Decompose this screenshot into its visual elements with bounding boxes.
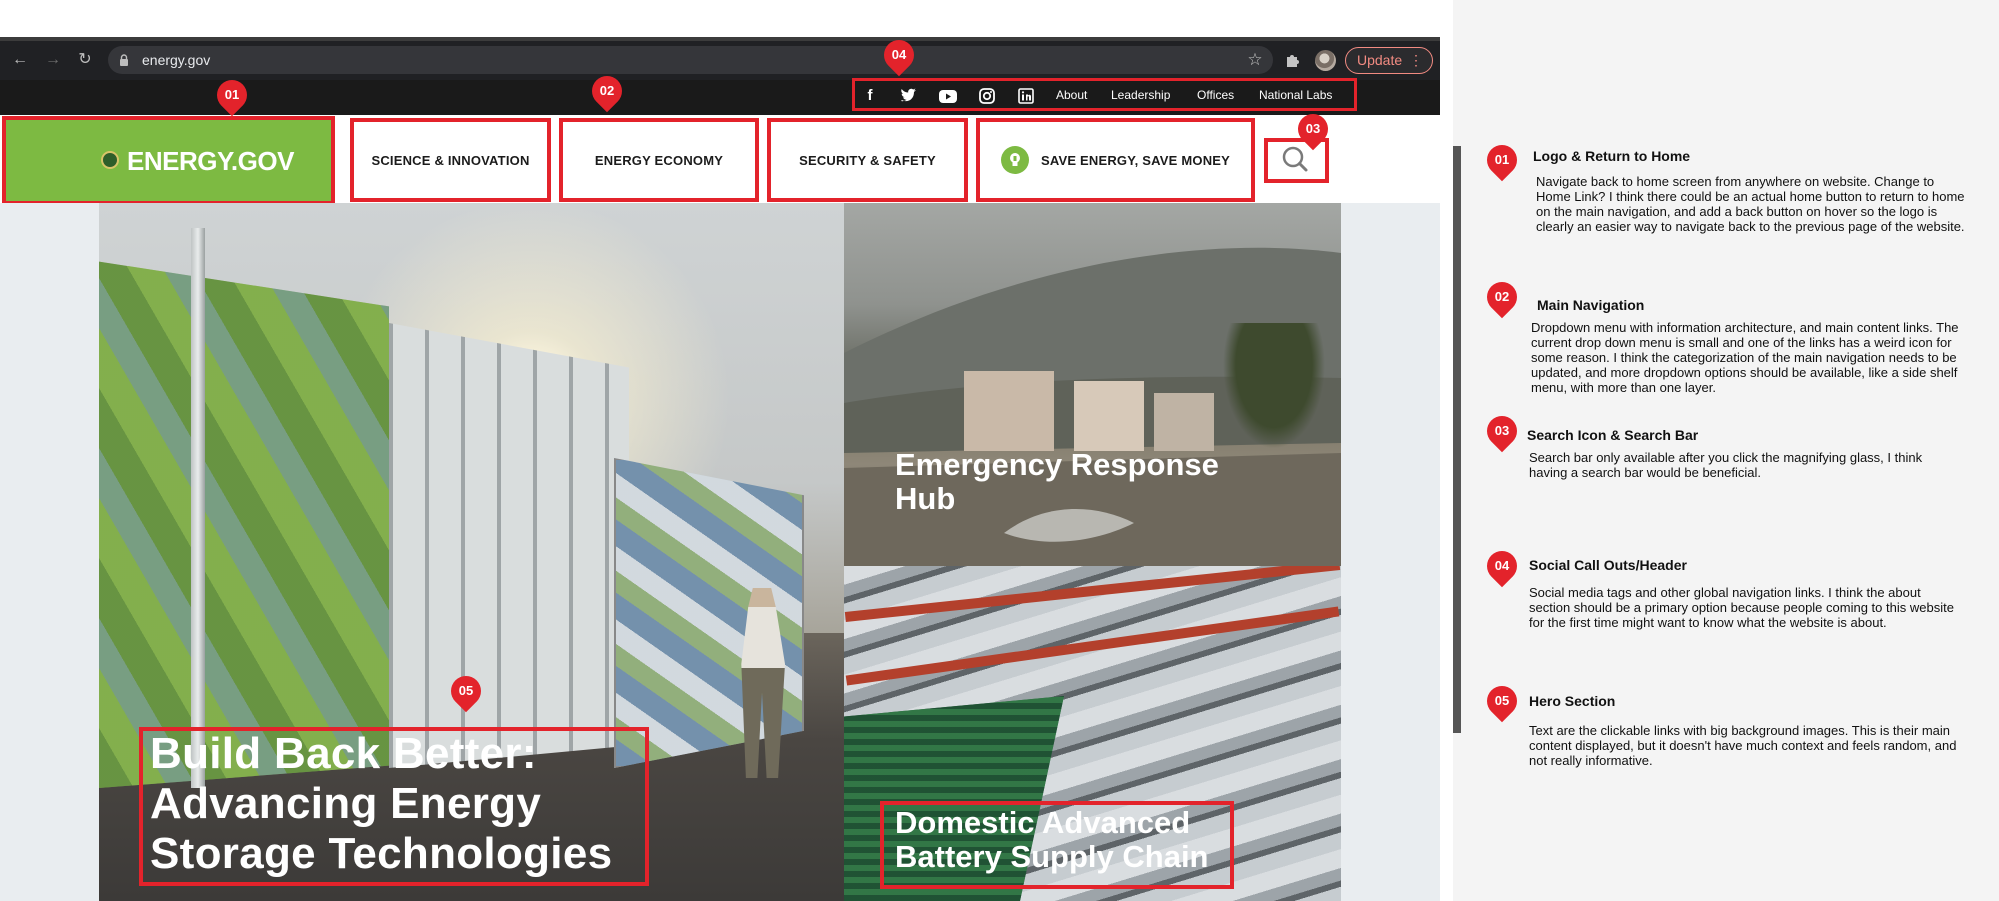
palm-tree: [1214, 323, 1334, 463]
note-01-body: Navigate back to home screen from anywhe…: [1536, 174, 1965, 234]
hero-main-title-link[interactable]: Build Back Better: Advancing Energy Stor…: [150, 729, 650, 879]
linkedin-icon[interactable]: [1015, 85, 1037, 107]
instagram-icon[interactable]: [976, 85, 998, 107]
marker-01-label: 01: [224, 87, 240, 102]
address-bar[interactable]: [108, 46, 1273, 74]
nav-item-label: SECURITY & SAFETY: [799, 152, 936, 168]
magnifying-glass-icon: [1282, 146, 1308, 172]
note-02-number: 02: [1494, 289, 1510, 304]
back-arrow-icon[interactable]: ←: [10, 50, 30, 70]
url-text[interactable]: energy.gov: [142, 52, 210, 68]
marker-02-label: 02: [599, 83, 615, 98]
more-menu-icon: ⋮: [1409, 52, 1423, 68]
note-03-title: Search Icon & Search Bar: [1527, 427, 1699, 443]
note-04-number: 04: [1494, 558, 1510, 573]
hero-tile-battery-title[interactable]: Domestic Advanced Battery Supply Chain: [895, 806, 1235, 874]
nav-security-safety[interactable]: SECURITY & SAFETY: [767, 118, 968, 202]
note-01-number: 01: [1494, 152, 1510, 167]
door-frame: [191, 228, 205, 788]
note-05-body: Text are the clickable links with big ba…: [1529, 723, 1957, 768]
doe-seal-icon: [101, 151, 119, 169]
lightbulb-icon: [1000, 146, 1029, 174]
building: [1154, 393, 1214, 451]
note-01-title: Logo & Return to Home: [1533, 148, 1691, 164]
note-02-body: Dropdown menu with information architect…: [1531, 320, 1959, 395]
note-04-title: Social Call Outs/Header: [1529, 557, 1687, 573]
update-button[interactable]: Update ⋮: [1345, 47, 1433, 74]
search-button[interactable]: [1264, 138, 1329, 183]
building: [1074, 381, 1144, 451]
marker-03-label: 03: [1305, 121, 1321, 136]
profile-avatar[interactable]: [1315, 50, 1336, 71]
battery-strap: [845, 606, 1340, 686]
battery-container: [389, 323, 629, 768]
bookmark-star-icon[interactable]: ☆: [1245, 50, 1265, 70]
note-02-title: Main Navigation: [1537, 297, 1645, 313]
note-03-body: Search bar only available after you clic…: [1529, 450, 1923, 480]
site-logo-text: ENERGY.GOV: [127, 146, 294, 176]
nav-energy-economy[interactable]: ENERGY ECONOMY: [559, 118, 759, 202]
note-04-body: Social media tags and other global navig…: [1529, 585, 1954, 630]
nav-science-innovation[interactable]: SCIENCE & INNOVATION: [350, 118, 551, 202]
nav-save-energy[interactable]: SAVE ENERGY, SAVE MONEY: [976, 118, 1255, 202]
battery-strap: [844, 566, 1341, 622]
util-link-about[interactable]: About: [1056, 88, 1087, 102]
reload-icon[interactable]: ↻: [75, 50, 95, 70]
hero-tile-emergency-title[interactable]: Emergency Response Hub: [895, 448, 1255, 516]
util-link-offices[interactable]: Offices: [1197, 88, 1234, 102]
annotation-scroll-rule: [1453, 146, 1461, 733]
nav-item-label: SAVE ENERGY, SAVE MONEY: [1040, 152, 1231, 168]
facebook-icon[interactable]: f: [859, 85, 881, 107]
marker-04-label: 04: [891, 47, 907, 62]
twitter-icon[interactable]: [898, 85, 920, 107]
note-03-number: 03: [1494, 423, 1510, 438]
update-button-label: Update: [1357, 52, 1403, 68]
marker-05-label: 05: [458, 683, 474, 698]
container-door-left: [99, 261, 389, 788]
extensions-icon[interactable]: [1284, 51, 1302, 69]
screenshot-canvas: ← → ↻ energy.gov ☆ Update ⋮ f About Lead…: [0, 0, 1999, 901]
youtube-icon[interactable]: [937, 85, 959, 107]
lock-icon: [120, 54, 128, 66]
forward-arrow-icon[interactable]: →: [43, 50, 63, 70]
note-05-title: Hero Section: [1529, 693, 1616, 709]
nav-item-label: ENERGY ECONOMY: [594, 152, 724, 168]
util-link-leadership[interactable]: Leadership: [1111, 88, 1170, 102]
building: [964, 371, 1054, 451]
util-link-national-labs[interactable]: National Labs: [1259, 88, 1332, 102]
nav-item-label: SCIENCE & INNOVATION: [371, 152, 530, 168]
note-05-number: 05: [1494, 693, 1510, 708]
